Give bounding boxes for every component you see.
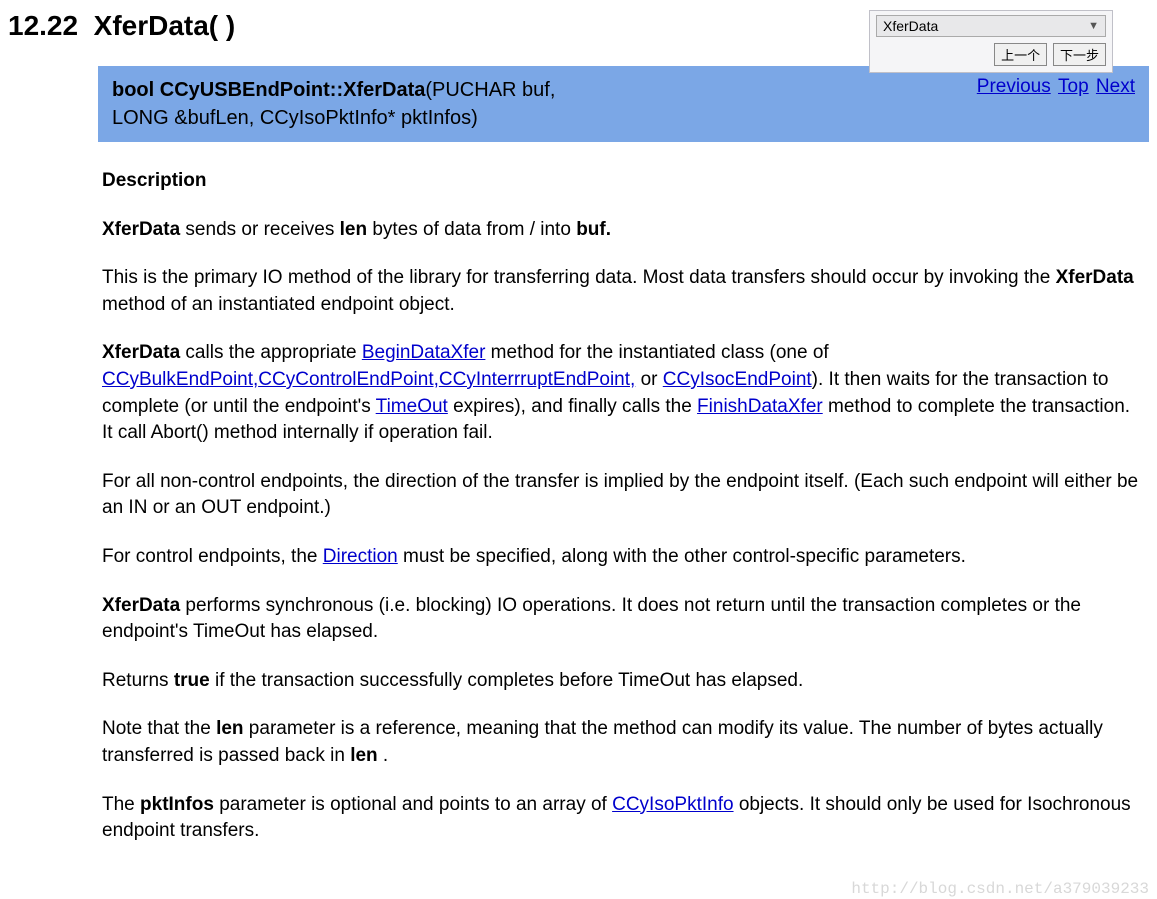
para-5: For control endpoints, the Direction mus…	[102, 544, 1139, 571]
previous-link[interactable]: Previous	[977, 76, 1051, 97]
signature-bar: bool CCyUSBEndPoint::XferData(PUCHAR buf…	[98, 66, 1149, 142]
nav-select-value: XferData	[883, 18, 938, 34]
ccybulkendpoint-link[interactable]: CCyBulkEndPoint,	[102, 369, 258, 390]
section-number: 12.22	[8, 10, 78, 41]
function-signature: bool CCyUSBEndPoint::XferData(PUCHAR buf…	[112, 76, 555, 132]
chevron-down-icon: ▼	[1088, 20, 1099, 32]
ccyisocendpoint-link[interactable]: CCyIsocEndPoint	[663, 369, 812, 390]
para-1: XferData sends or receives len bytes of …	[102, 217, 1139, 244]
finishdataxfer-link[interactable]: FinishDataXfer	[697, 396, 823, 417]
section-name: XferData( )	[94, 10, 236, 41]
return-type: bool	[112, 79, 154, 101]
ccycontrolendpoint-link[interactable]: CCyControlEndPoint,	[258, 369, 439, 390]
qualified-name: CCyUSBEndPoint::XferData	[160, 79, 426, 101]
nav-select[interactable]: XferData ▼	[876, 15, 1106, 37]
timeout-link[interactable]: TimeOut	[376, 396, 448, 417]
ccyisopktinfo-link[interactable]: CCyIsoPktInfo	[612, 794, 733, 815]
params-line-1: (PUCHAR buf,	[425, 79, 555, 101]
para-4: For all non-control endpoints, the direc…	[102, 469, 1139, 522]
para-8: Note that the len parameter is a referen…	[102, 716, 1139, 769]
ccyinterruptendpoint-link[interactable]: CCyInterrruptEndPoint,	[439, 369, 635, 390]
nav-buttons: 上一个 下一步	[870, 41, 1112, 66]
begindataxfer-link[interactable]: BeginDataXfer	[362, 342, 486, 363]
prev-button[interactable]: 上一个	[994, 43, 1047, 66]
nav-widget: XferData ▼ 上一个 下一步	[869, 10, 1113, 73]
top-link[interactable]: Top	[1058, 76, 1089, 97]
direction-link[interactable]: Direction	[323, 546, 398, 567]
para-2: This is the primary IO method of the lib…	[102, 265, 1139, 318]
watermark: http://blog.csdn.net/a379039233	[851, 880, 1149, 898]
next-button[interactable]: 下一步	[1053, 43, 1106, 66]
content-body: Description XferData sends or receives l…	[98, 142, 1149, 845]
para-3: XferData calls the appropriate BeginData…	[102, 340, 1139, 446]
para-7: Returns true if the transaction successf…	[102, 668, 1139, 695]
next-link[interactable]: Next	[1096, 76, 1135, 97]
description-heading: Description	[102, 170, 207, 191]
params-line-2: LONG &bufLen, CCyIsoPktInfo* pktInfos)	[112, 107, 478, 129]
para-9: The pktInfos parameter is optional and p…	[102, 792, 1139, 845]
para-6: XferData performs synchronous (i.e. bloc…	[102, 593, 1139, 646]
header-nav-links: Previous Top Next	[975, 76, 1135, 98]
